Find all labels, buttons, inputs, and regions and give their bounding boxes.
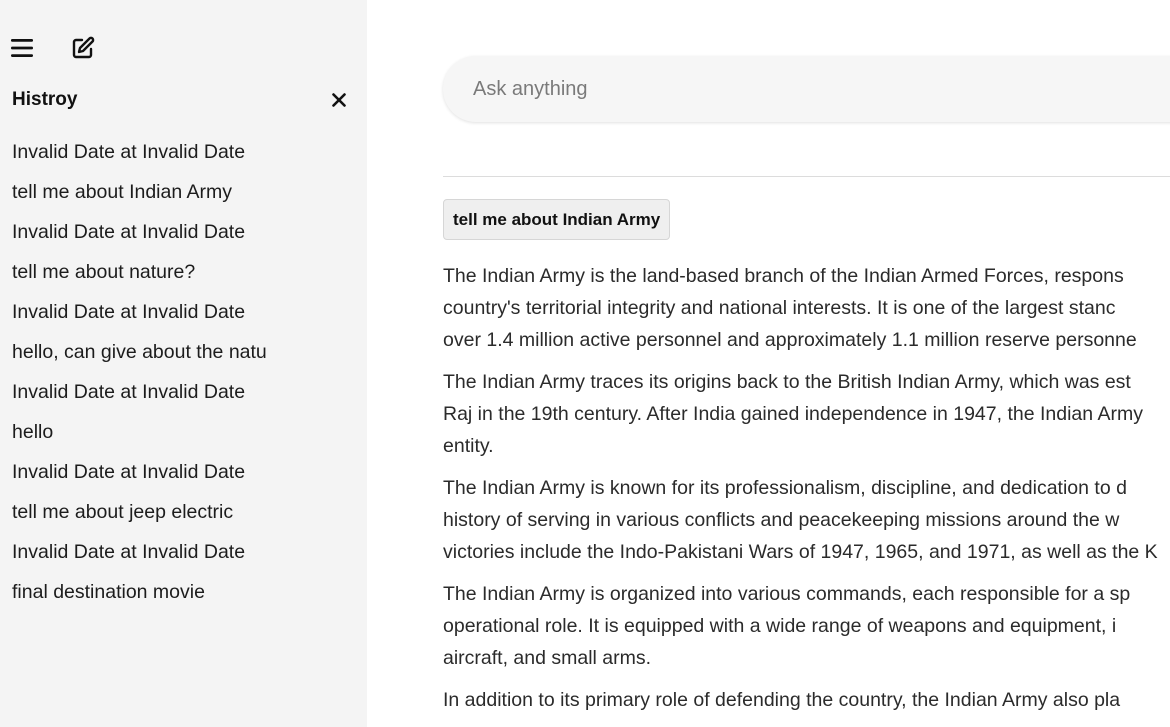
- answer-line: over 1.4 million active personnel and ap…: [443, 329, 1137, 351]
- new-chat-edit-icon[interactable]: [71, 36, 95, 60]
- history-item[interactable]: tell me about jeep electric: [12, 499, 352, 539]
- answer-paragraph: The Indian Army is organized into variou…: [443, 578, 1170, 674]
- history-header: Histroy: [12, 87, 349, 113]
- answer-line: The Indian Army traces its origins back …: [443, 371, 1131, 393]
- history-title: Histroy: [12, 89, 78, 110]
- divider: [443, 176, 1170, 177]
- main-content: tell me about Indian Army The Indian Arm…: [367, 0, 1170, 727]
- history-item[interactable]: Invalid Date at Invalid Date: [12, 459, 352, 499]
- answer-paragraph: The Indian Army is the land-based branch…: [443, 260, 1170, 356]
- answer-line: entity.: [443, 435, 494, 457]
- history-item[interactable]: hello, can give about the natu: [12, 339, 352, 379]
- history-item[interactable]: Invalid Date at Invalid Date: [12, 219, 352, 259]
- answer-line: aircraft, and small arms.: [443, 647, 652, 669]
- answer-line: history of serving in various conflicts …: [443, 509, 1120, 531]
- sidebar: Histroy Invalid Date at Invalid Date tel…: [0, 0, 367, 727]
- history-item[interactable]: tell me about nature?: [12, 259, 352, 299]
- close-icon[interactable]: [329, 90, 349, 110]
- history-item[interactable]: Invalid Date at Invalid Date: [12, 379, 352, 419]
- answer-line: Raj in the 19th century. After India gai…: [443, 403, 1143, 425]
- answer-paragraph: In addition to its primary role of defen…: [443, 684, 1170, 716]
- answer-line: In addition to its primary role of defen…: [443, 689, 1121, 711]
- answer-line: operational role. It is equipped with a …: [443, 615, 1117, 637]
- search-input[interactable]: [473, 77, 1170, 101]
- history-list: Invalid Date at Invalid Date tell me abo…: [12, 139, 352, 619]
- answer-line: The Indian Army is organized into variou…: [443, 583, 1131, 605]
- query-chip: tell me about Indian Army: [443, 199, 671, 240]
- answer-line: victories include the Indo-Pakistani War…: [443, 541, 1158, 563]
- sidebar-toolbar: [10, 36, 95, 60]
- answer-line: country's territorial integrity and nati…: [443, 297, 1116, 319]
- history-item[interactable]: Invalid Date at Invalid Date: [12, 539, 352, 579]
- answer-line: The Indian Army is known for its profess…: [443, 477, 1127, 499]
- history-item[interactable]: tell me about Indian Army: [12, 179, 352, 219]
- menu-icon[interactable]: [10, 36, 34, 60]
- history-item[interactable]: final destination movie: [12, 579, 352, 619]
- answer-paragraph: The Indian Army traces its origins back …: [443, 366, 1170, 462]
- history-item[interactable]: hello: [12, 419, 352, 459]
- answer-line: The Indian Army is the land-based branch…: [443, 265, 1124, 287]
- search-box[interactable]: [443, 56, 1170, 122]
- history-item[interactable]: Invalid Date at Invalid Date: [12, 299, 352, 339]
- answer-paragraph: The Indian Army is known for its profess…: [443, 472, 1170, 568]
- answer-body: The Indian Army is the land-based branch…: [443, 260, 1170, 726]
- history-item[interactable]: Invalid Date at Invalid Date: [12, 139, 352, 179]
